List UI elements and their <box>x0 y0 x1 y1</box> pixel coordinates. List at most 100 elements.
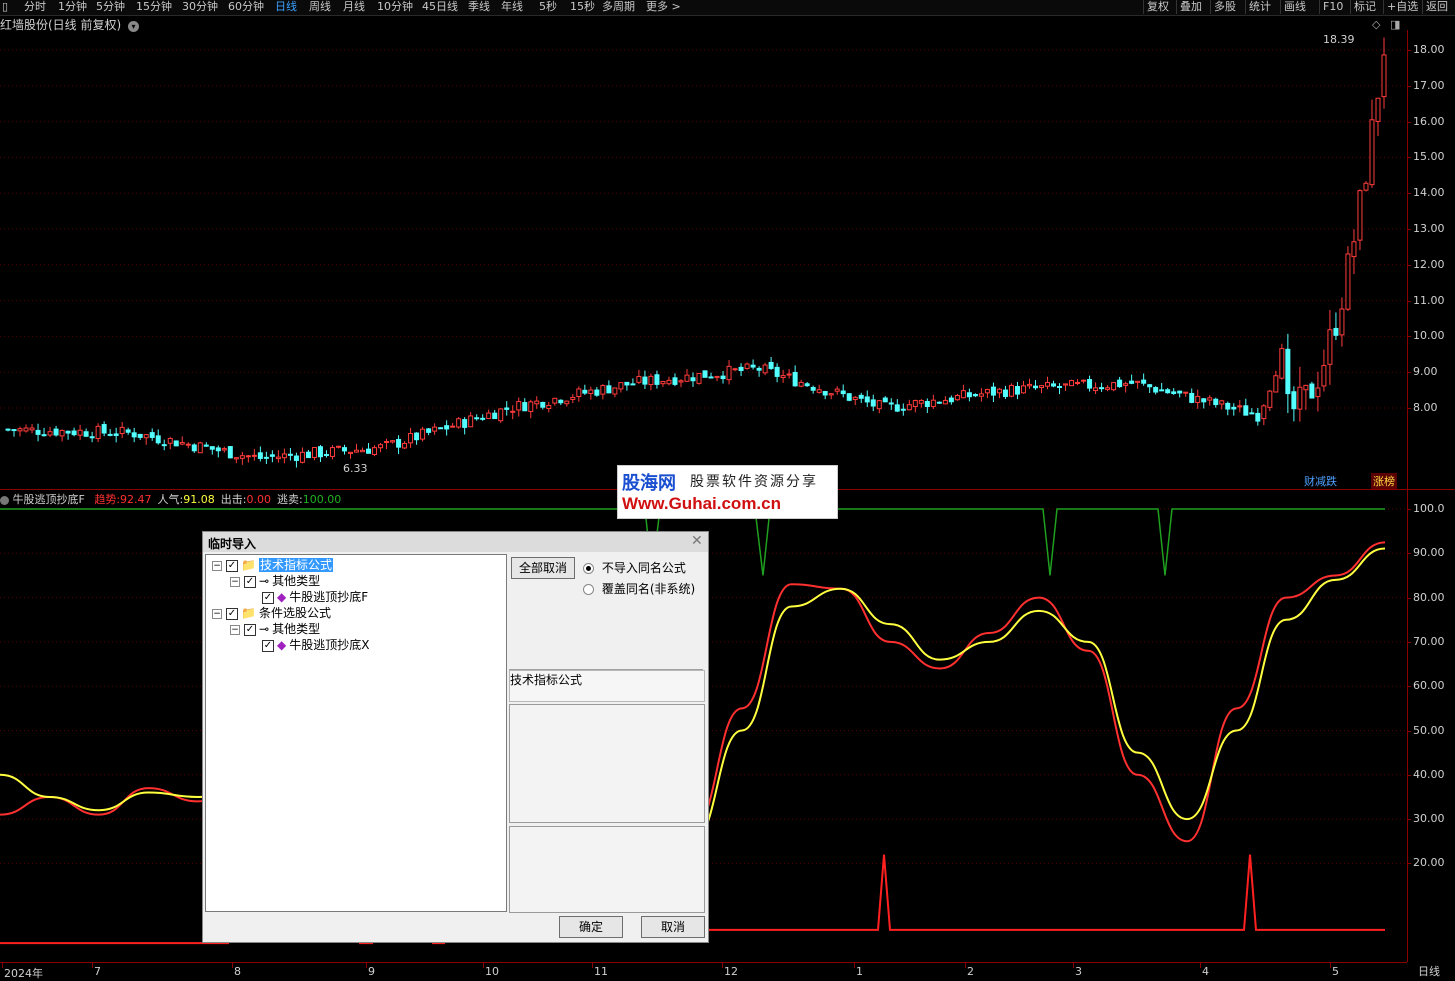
tab-period-11[interactable]: 季线 <box>468 0 490 14</box>
time-axis-label: 5 <box>1332 965 1339 978</box>
time-axis-label: 3 <box>1075 965 1082 978</box>
tab-period-9[interactable]: 10分钟 <box>377 0 413 14</box>
candle-body <box>894 404 900 412</box>
price-axis-tick <box>1407 193 1411 195</box>
candle-body <box>5 428 11 431</box>
preview-panel-top[interactable] <box>509 704 705 823</box>
candle-body <box>804 383 810 387</box>
tool-button-2[interactable]: 多股 <box>1210 0 1236 14</box>
tab-period-13[interactable]: 5秒 <box>539 0 557 14</box>
tab-period-14[interactable]: 15秒 <box>570 0 595 14</box>
collapse-toggle-icon[interactable]: − <box>212 560 222 571</box>
badge-left[interactable]: 财减跌 <box>1304 473 1337 489</box>
tool-button-7[interactable]: +自选 <box>1383 0 1418 14</box>
tool-button-4[interactable]: 画线 <box>1280 0 1306 14</box>
tree-node-label: 条件选股公式 <box>258 606 331 620</box>
tree-node[interactable]: ✓ ◆ 牛股逃顶抄底X <box>248 637 369 653</box>
time-axis-label: 9 <box>368 965 375 978</box>
candle-body <box>726 365 732 381</box>
candle-body <box>870 399 876 407</box>
tab-period-6[interactable]: 日线 <box>275 0 297 14</box>
candle-body <box>690 377 696 382</box>
tree-node[interactable]: − ✓ ⊸ 其他类型 <box>230 621 320 637</box>
radio-overwrite[interactable]: 覆盖同名(非系统) <box>583 580 695 597</box>
candle-body <box>972 393 978 397</box>
checkbox-icon[interactable]: ✓ <box>226 607 238 620</box>
tab-period-1[interactable]: 1分钟 <box>58 0 87 14</box>
checkbox-icon[interactable]: ✓ <box>244 623 256 636</box>
radio-skip-duplicates[interactable]: 不导入同名公式 <box>583 559 686 576</box>
candle-body <box>329 447 335 457</box>
cancel-all-button[interactable]: 全部取消 <box>511 557 575 579</box>
candle-body <box>1219 400 1225 405</box>
menu-icon[interactable]: ▯ <box>2 0 8 14</box>
ok-button[interactable]: 确定 <box>559 916 623 938</box>
candle-body <box>606 385 612 394</box>
candle-body <box>1153 387 1159 393</box>
candle-body <box>1002 389 1008 398</box>
indicator-axis-tick <box>1407 686 1411 688</box>
collapse-toggle-icon[interactable]: − <box>212 608 222 619</box>
candle-body <box>1279 348 1285 379</box>
tab-period-12[interactable]: 年线 <box>501 0 523 14</box>
close-icon[interactable]: ✕ <box>691 533 703 549</box>
tab-period-2[interactable]: 5分钟 <box>96 0 125 14</box>
tool-button-1[interactable]: 叠加 <box>1176 0 1202 14</box>
tree-node[interactable]: ✓ ◆ 牛股逃顶抄底F <box>248 589 368 605</box>
indicator-axis-tick <box>1407 641 1411 643</box>
cancel-button[interactable]: 取消 <box>641 916 705 938</box>
tab-period-5[interactable]: 60分钟 <box>228 0 264 14</box>
tool-button-6[interactable]: 标记 <box>1350 0 1376 14</box>
candle-body <box>1327 329 1333 365</box>
candle-body <box>1165 389 1171 394</box>
candle-body <box>1020 385 1026 394</box>
tab-period-15[interactable]: 多周期 <box>602 0 635 14</box>
tab-period-4[interactable]: 30分钟 <box>182 0 218 14</box>
tree-node[interactable]: − ✓ 📁 技术指标公式 <box>212 557 333 573</box>
time-axis: 2024年 7 8 9 10 11 12 1 2 3 4 5 <box>0 962 1407 981</box>
tool-button-0[interactable]: 复权 <box>1143 0 1169 14</box>
collapse-toggle-icon[interactable]: − <box>230 576 240 587</box>
tree-node[interactable]: − ✓ 📁 条件选股公式 <box>212 605 331 621</box>
candlestick-chart[interactable] <box>0 30 1407 489</box>
checkbox-icon[interactable]: ✓ <box>262 639 274 652</box>
tool-button-5[interactable]: F10 <box>1319 0 1343 14</box>
candle-body <box>209 446 215 450</box>
checkbox-icon[interactable]: ✓ <box>262 591 274 604</box>
candle-body <box>1129 380 1135 384</box>
formula-icon: ◆ <box>277 590 287 604</box>
candle-body <box>570 396 576 400</box>
candle-body <box>456 418 462 428</box>
candle-body <box>233 457 239 460</box>
candle-body <box>89 436 95 439</box>
candle-body <box>1237 405 1243 408</box>
candle-body <box>1291 391 1297 410</box>
tab-period-10[interactable]: 45日线 <box>422 0 458 14</box>
candle-body <box>924 401 930 408</box>
tab-period-0[interactable]: 分时 <box>24 0 46 14</box>
candle-body <box>960 390 966 399</box>
tab-period-3[interactable]: 15分钟 <box>136 0 172 14</box>
tool-button-3[interactable]: 统计 <box>1245 0 1271 14</box>
tab-period-8[interactable]: 月线 <box>343 0 365 14</box>
collapse-toggle-icon[interactable]: − <box>230 624 240 635</box>
tab-period-16[interactable]: 更多 > <box>646 0 681 14</box>
checkbox-icon[interactable]: ✓ <box>244 575 256 588</box>
candle-body <box>372 447 378 456</box>
candle-body <box>696 373 702 384</box>
candle-body <box>720 375 726 380</box>
candle-body <box>864 396 870 403</box>
time-axis-tick <box>854 963 855 968</box>
candle-body <box>1267 390 1273 408</box>
checkbox-icon[interactable]: ✓ <box>226 559 238 572</box>
dialog-titlebar[interactable]: 临时导入 ✕ <box>203 532 708 552</box>
tool-button-8[interactable]: 返回 <box>1422 0 1448 14</box>
tree-node[interactable]: − ✓ ⊸ 其他类型 <box>230 573 320 589</box>
candle-body <box>125 429 131 433</box>
badge-right[interactable]: 涨榜 <box>1371 473 1397 489</box>
key-icon: ⊸ <box>259 574 270 588</box>
candle-body <box>1057 385 1063 388</box>
price-axis-label: 12.00 <box>1413 257 1445 271</box>
tab-period-7[interactable]: 周线 <box>309 0 331 14</box>
preview-panel-bottom[interactable] <box>509 826 705 913</box>
